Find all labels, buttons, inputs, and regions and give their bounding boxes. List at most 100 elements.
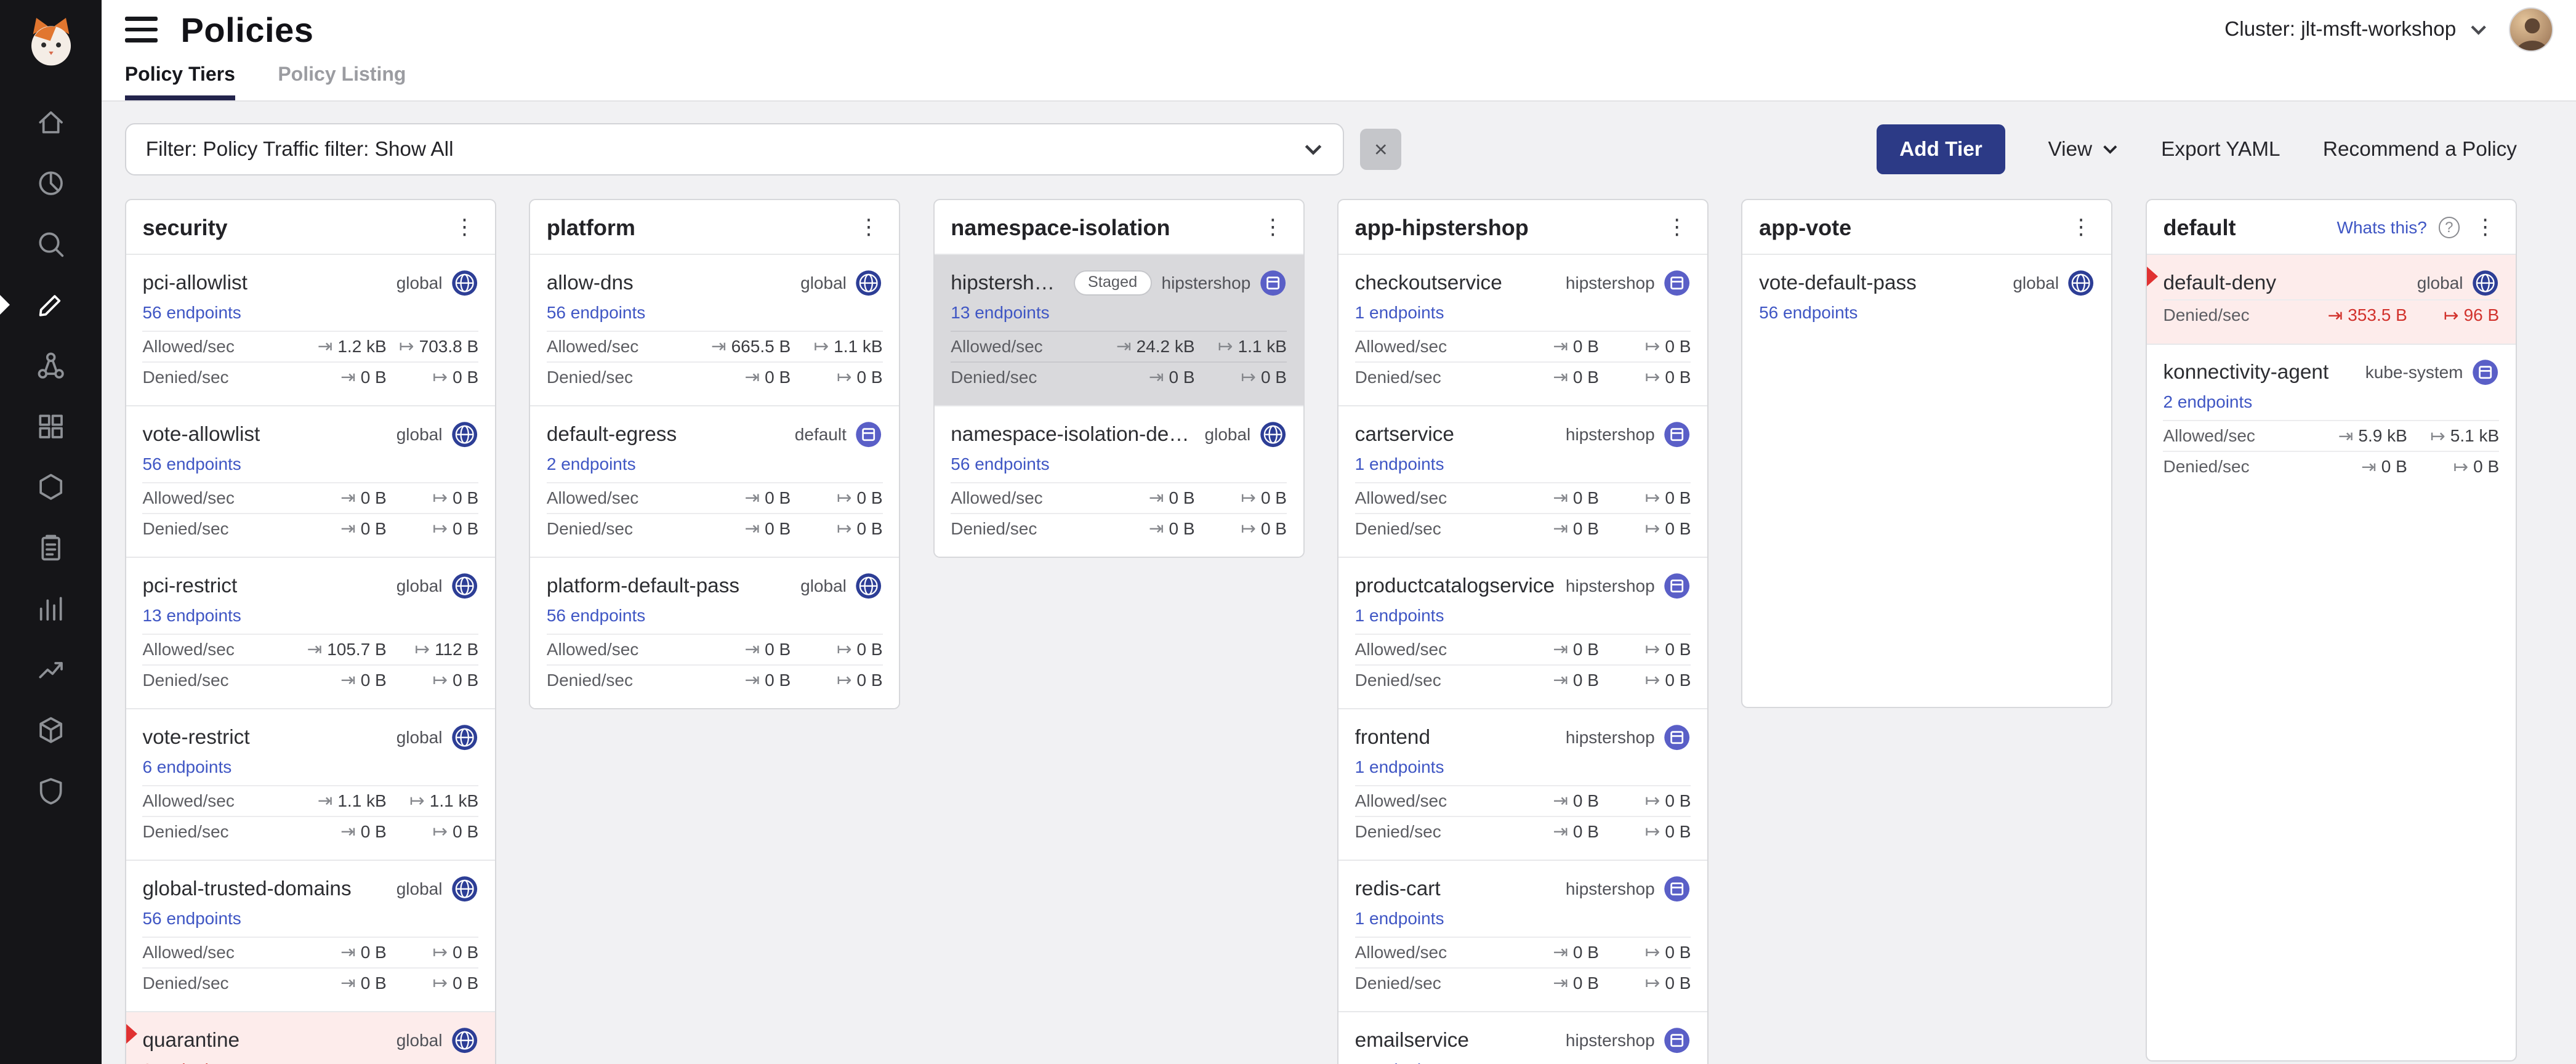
policy-card[interactable]: emailservicehipstershop1 endpointsAllowe… (1338, 1011, 1707, 1064)
endpoints-link[interactable]: 1 endpoints (1355, 454, 1444, 474)
policy-scope: global (800, 269, 882, 297)
policy-card[interactable]: namespace-isolation-default-p...global56… (935, 405, 1303, 557)
view-menu-button[interactable]: View (2048, 138, 2118, 161)
tab-policy-tiers[interactable]: Policy Tiers (125, 63, 235, 100)
help-icon[interactable]: ? (2439, 217, 2460, 238)
tier-name: security (142, 215, 439, 241)
sidebar-item-dashboards[interactable] (0, 153, 102, 214)
ingress-value: 0 B (765, 671, 791, 690)
egress-stat: ↦0 B (1599, 488, 1691, 508)
policy-card[interactable]: vote-default-passglobal56 endpoints (1742, 254, 2111, 344)
tier-menu-button[interactable]: ⋮ (2471, 217, 2499, 238)
policy-card[interactable]: frontendhipstershop1 endpointsAllowed/se… (1338, 708, 1707, 860)
policy-card[interactable]: konnectivity-agentkube-system2 endpoints… (2147, 344, 2516, 495)
policy-card-header: cartservicehipstershop (1355, 418, 1691, 451)
tab-bar: Policy Tiers Policy Listing (102, 59, 2576, 102)
sidebar-item-observability[interactable] (0, 639, 102, 700)
sidebar-item-timeline[interactable] (0, 578, 102, 639)
policy-card[interactable]: default-egressdefault2 endpointsAllowed/… (530, 405, 899, 557)
policy-card[interactable]: cartservicehipstershop1 endpointsAllowed… (1338, 405, 1707, 557)
arrow-from-bar-icon: ↦ (433, 823, 448, 840)
egress-value: 0 B (1665, 791, 1691, 811)
endpoints-link[interactable]: 1 endpoints (1355, 303, 1444, 323)
policy-card[interactable]: redis-carthipstershop1 endpointsAllowed/… (1338, 860, 1707, 1011)
policy-card[interactable]: global-trusted-domainsglobal56 endpoints… (126, 860, 495, 1011)
endpoints-link[interactable]: 2 endpoints (547, 454, 636, 474)
policy-card[interactable]: platform-default-passglobal56 endpointsA… (530, 557, 899, 708)
sidebar-item-image-assurance[interactable] (0, 700, 102, 761)
ingress-value: 0 B (1573, 519, 1599, 539)
tier-menu-button[interactable]: ⋮ (1259, 217, 1287, 238)
add-tier-button[interactable]: Add Tier (1877, 124, 2005, 174)
traffic-filter-select[interactable]: Filter: Policy Traffic filter: Show All (125, 123, 1344, 175)
endpoints-link[interactable]: 56 endpoints (547, 303, 645, 323)
tier-menu-button[interactable]: ⋮ (451, 217, 478, 238)
sidebar-item-endpoints[interactable] (0, 396, 102, 457)
endpoints-link[interactable]: 56 endpoints (547, 606, 645, 626)
egress-value: 0 B (453, 368, 478, 387)
whats-this-link[interactable]: Whats this? (2337, 218, 2427, 238)
ingress-value: 0 B (1169, 488, 1195, 508)
view-menu-label: View (2048, 138, 2092, 161)
ingress-value: 0 B (1573, 822, 1599, 842)
cube-icon (34, 714, 67, 746)
policy-card[interactable]: hipstershop-gh...Stagedhipstershop13 end… (935, 254, 1303, 405)
recommend-policy-button[interactable]: Recommend a Policy (2323, 138, 2517, 161)
policy-card[interactable]: pci-allowlistglobal56 endpointsAllowed/s… (126, 254, 495, 405)
endpoints-link[interactable]: 2 endpoints (2163, 392, 2252, 412)
egress-stat: ↦0 B (1599, 640, 1691, 659)
endpoints-link[interactable]: 56 endpoints (142, 454, 241, 474)
clear-filter-button[interactable]: × (1360, 129, 1401, 170)
endpoints-link[interactable]: 1 endpoints (1355, 1060, 1444, 1064)
endpoints-link[interactable]: 56 endpoints (142, 303, 241, 323)
arrow-to-bar-icon: ⇥ (1553, 943, 1568, 961)
policy-card[interactable]: quarantineglobal0 endpoints (126, 1011, 495, 1064)
policy-card[interactable]: productcatalogservicehipstershop1 endpoi… (1338, 557, 1707, 708)
stat-label: Allowed/sec (142, 337, 294, 357)
policy-card[interactable]: allow-dnsglobal56 endpointsAllowed/sec⇥6… (530, 254, 899, 405)
namespace-icon (1663, 269, 1691, 297)
endpoints-link[interactable]: 56 endpoints (142, 909, 241, 929)
tier-menu-button[interactable]: ⋮ (2067, 217, 2095, 238)
sidebar-item-threat-defense[interactable] (0, 760, 102, 821)
endpoints-link[interactable]: 1 endpoints (1355, 909, 1444, 929)
endpoints-link[interactable]: 0 endpoints (142, 1060, 231, 1064)
ingress-stat: ⇥353.5 B (2315, 305, 2407, 325)
user-avatar[interactable] (2509, 7, 2553, 52)
policy-card-header: default-egressdefault (547, 418, 883, 451)
endpoints-link[interactable]: 13 endpoints (951, 303, 1049, 323)
sidebar-item-network-sets[interactable] (0, 457, 102, 518)
sidebar-item-home[interactable] (0, 92, 102, 153)
sidebar-item-compliance-reports[interactable] (0, 517, 102, 578)
endpoints-link[interactable]: 56 endpoints (951, 454, 1049, 474)
arrow-to-bar-icon: ⇥ (745, 489, 760, 507)
endpoints-link[interactable]: 6 endpoints (142, 757, 231, 777)
policy-card[interactable]: vote-restrictglobal6 endpointsAllowed/se… (126, 708, 495, 860)
tab-policy-listing[interactable]: Policy Listing (278, 63, 406, 100)
export-yaml-button[interactable]: Export YAML (2161, 138, 2280, 161)
endpoints-link[interactable]: 56 endpoints (1759, 303, 1858, 323)
policy-card[interactable]: vote-allowlistglobal56 endpointsAllowed/… (126, 405, 495, 557)
ingress-value: 0 B (1573, 671, 1599, 690)
endpoints-link[interactable]: 1 endpoints (1355, 606, 1444, 626)
egress-stat: ↦96 B (2407, 305, 2499, 325)
sidebar-item-flow-visualizer[interactable] (0, 214, 102, 275)
sidebar-item-service-graph[interactable] (0, 335, 102, 396)
policy-card[interactable]: checkoutservicehipstershop1 endpointsAll… (1338, 254, 1707, 405)
cluster-selector[interactable]: Cluster: jlt-msft-workshop (2224, 18, 2487, 41)
policy-name: vote-restrict (142, 726, 386, 749)
tier-menu-button[interactable]: ⋮ (855, 217, 882, 238)
sidebar-item-policies[interactable] (0, 275, 102, 336)
policies-page: Policies Cluster: jlt-msft-workshop Poli… (0, 0, 2576, 1064)
policy-card[interactable]: default-denyglobalDenied/sec⇥353.5 B↦96 … (2147, 254, 2516, 343)
stat-label: Denied/sec (2163, 305, 2315, 325)
tier-menu-button[interactable]: ⋮ (1663, 217, 1691, 238)
menu-toggle-button[interactable] (125, 17, 158, 43)
policy-card[interactable]: pci-restrictglobal13 endpointsAllowed/se… (126, 557, 495, 708)
policy-tier-board: security ⋮ pci-allowlistglobal56 endpoints… (102, 192, 2576, 1064)
endpoints-link[interactable]: 13 endpoints (142, 606, 241, 626)
endpoints-link[interactable]: 1 endpoints (1355, 757, 1444, 777)
traffic-stat-row: Denied/sec⇥0 B↦0 B (142, 816, 478, 847)
traffic-stat-row: Allowed/sec⇥5.9 kB↦5.1 kB (2163, 420, 2499, 451)
traffic-stat-row: Denied/sec⇥0 B↦0 B (547, 513, 883, 544)
